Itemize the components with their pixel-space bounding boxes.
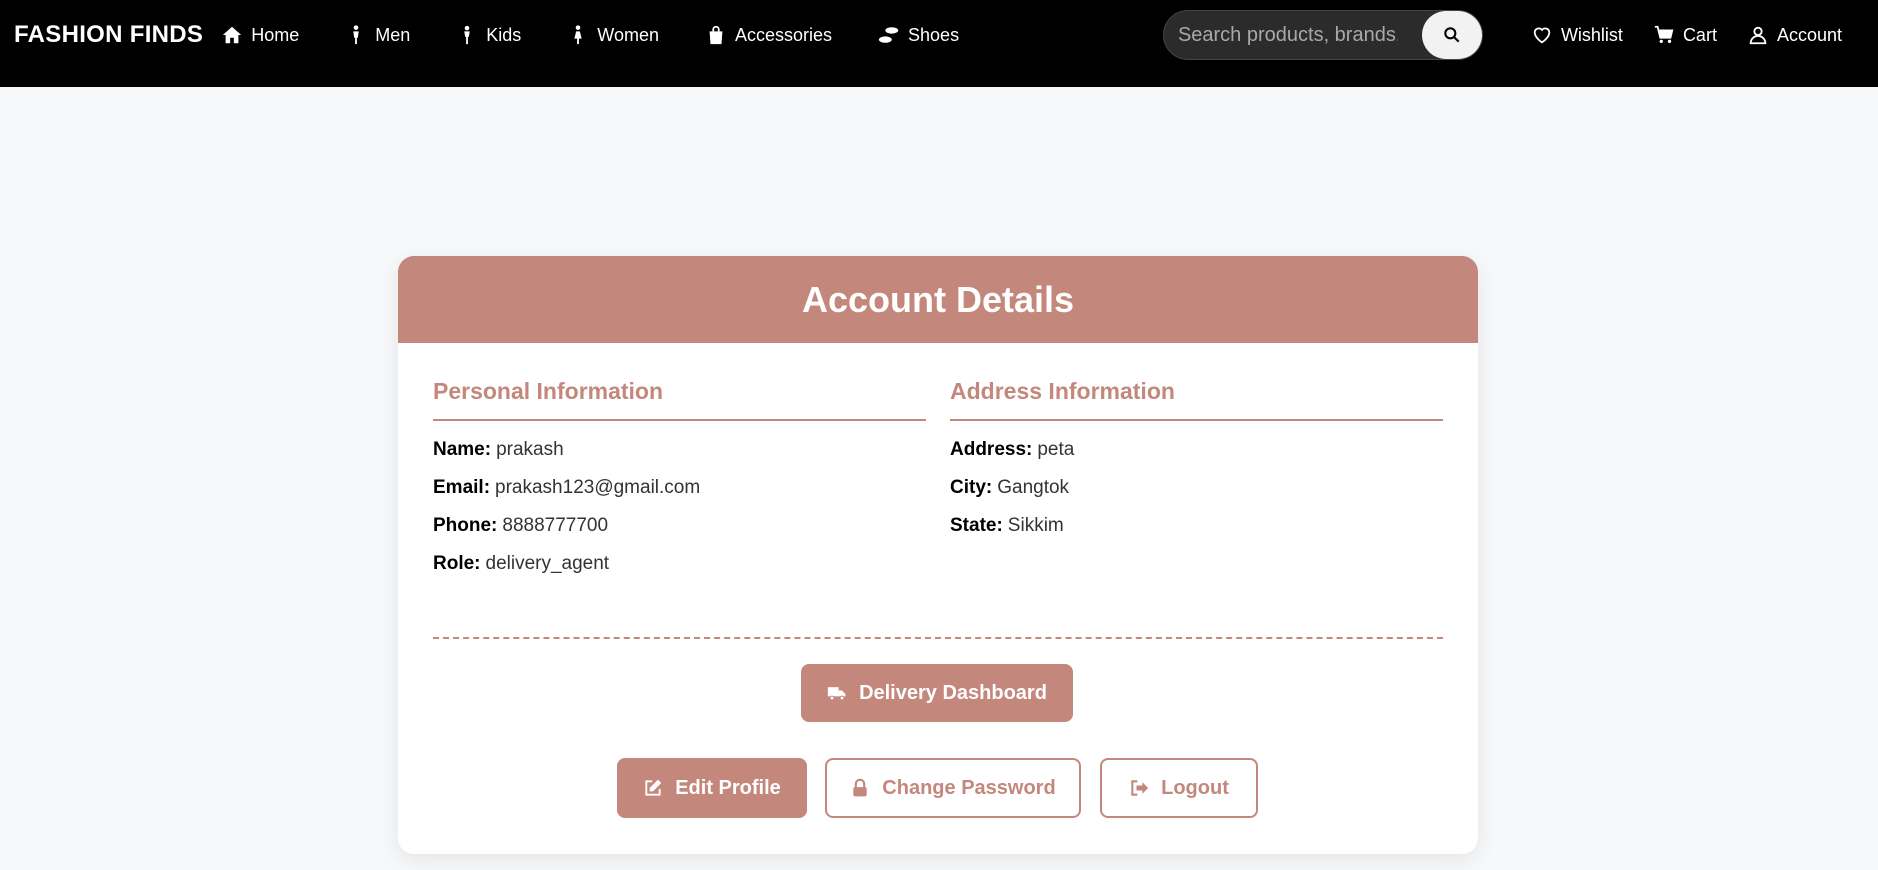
field-label: State:	[950, 515, 1003, 536]
cart-icon	[1654, 25, 1674, 44]
nav-link-home[interactable]: Home	[221, 24, 299, 46]
top-navbar: FASHION FINDS Home Men Kids Women Access…	[0, 0, 1878, 87]
nav-link-label: Kids	[486, 24, 522, 45]
field-label: City:	[950, 477, 993, 498]
cart-link[interactable]: Cart	[1653, 24, 1717, 46]
field-address: Address: peta	[950, 439, 1443, 461]
search-input[interactable]	[1177, 23, 1398, 47]
logout-button[interactable]: Logout	[1100, 758, 1258, 818]
personal-info-section: Personal Information Name: prakash Email:…	[433, 378, 926, 591]
search-icon	[1444, 27, 1460, 43]
change-password-button[interactable]: Change Password	[825, 758, 1081, 818]
shoe-prints-icon	[878, 27, 899, 43]
field-phone: Phone: 8888777700	[433, 515, 926, 537]
edit-icon	[645, 779, 662, 796]
sign-out-icon	[1131, 780, 1149, 796]
search-button[interactable]	[1421, 11, 1482, 59]
field-name: Name: prakash	[433, 439, 926, 461]
lock-icon	[853, 778, 867, 797]
wishlist-label: Wishlist	[1560, 24, 1623, 45]
field-value: prakash123@gmail.com	[495, 477, 701, 498]
info-columns: Personal Information Name: prakash Email:…	[433, 378, 1443, 591]
wishlist-link[interactable]: Wishlist	[1531, 24, 1623, 46]
person-icon	[353, 25, 360, 45]
field-value: Sikkim	[1007, 515, 1064, 536]
nav-link-label: Home	[251, 24, 300, 45]
truck-icon	[827, 687, 846, 701]
field-label: Address:	[950, 439, 1033, 460]
page-title: Account Details	[801, 278, 1075, 320]
field-email: Email: prakash123@gmail.com	[433, 477, 926, 499]
search-bar	[1162, 10, 1483, 60]
nav-right: Wishlist Cart Account	[1162, 10, 1842, 60]
heart-icon	[1533, 27, 1551, 44]
user-icon	[1749, 26, 1767, 45]
field-label: Name:	[433, 439, 492, 460]
change-password-label: Change Password	[882, 776, 1056, 799]
field-value: peta	[1037, 439, 1075, 460]
logout-label: Logout	[1161, 776, 1229, 799]
address-info-heading: Address Information	[950, 378, 1443, 421]
edit-profile-label: Edit Profile	[675, 776, 781, 799]
nav-link-men[interactable]: Men	[345, 24, 410, 46]
account-label: Account	[1776, 24, 1842, 45]
field-label: Email:	[433, 477, 491, 498]
nav-link-label: Accessories	[735, 24, 833, 45]
field-value: prakash	[496, 439, 564, 460]
dashed-divider	[433, 637, 1443, 639]
nav-links: Home Men Kids Women Accessories Shoes	[221, 24, 1005, 46]
field-city: City: Gangtok	[950, 477, 1443, 499]
field-role: Role: delivery_agent	[433, 553, 926, 575]
account-link[interactable]: Account	[1747, 24, 1842, 46]
field-state: State: Sikkim	[950, 515, 1443, 537]
field-label: Phone:	[433, 515, 498, 536]
personal-info-heading: Personal Information	[433, 378, 926, 421]
delivery-dashboard-label: Delivery Dashboard	[859, 681, 1047, 704]
nav-link-shoes[interactable]: Shoes	[878, 24, 959, 46]
child-icon	[464, 25, 471, 45]
nav-link-kids[interactable]: Kids	[456, 24, 521, 46]
address-info-section: Address Information Address: peta City: Ga…	[950, 378, 1443, 591]
home-icon	[223, 26, 242, 44]
field-label: Role:	[433, 553, 481, 574]
edit-profile-button[interactable]: Edit Profile	[617, 758, 807, 818]
nav-link-label: Men	[375, 24, 411, 45]
field-value: delivery_agent	[485, 553, 610, 574]
shopping-bag-icon	[709, 25, 723, 45]
account-card: Account Details Personal Information Nam…	[398, 256, 1478, 854]
woman-icon	[574, 25, 582, 45]
field-value: 8888777700	[502, 515, 609, 536]
card-header: Account Details	[398, 256, 1478, 343]
brand-logo[interactable]: FASHION FINDS	[14, 21, 203, 49]
nav-link-women[interactable]: Women	[567, 24, 659, 46]
cart-label: Cart	[1682, 24, 1717, 45]
delivery-dashboard-button[interactable]: Delivery Dashboard	[801, 664, 1073, 722]
field-value: Gangtok	[997, 477, 1070, 498]
nav-link-accessories[interactable]: Accessories	[705, 24, 832, 46]
nav-link-label: Women	[597, 24, 659, 45]
nav-link-label: Shoes	[908, 24, 960, 45]
